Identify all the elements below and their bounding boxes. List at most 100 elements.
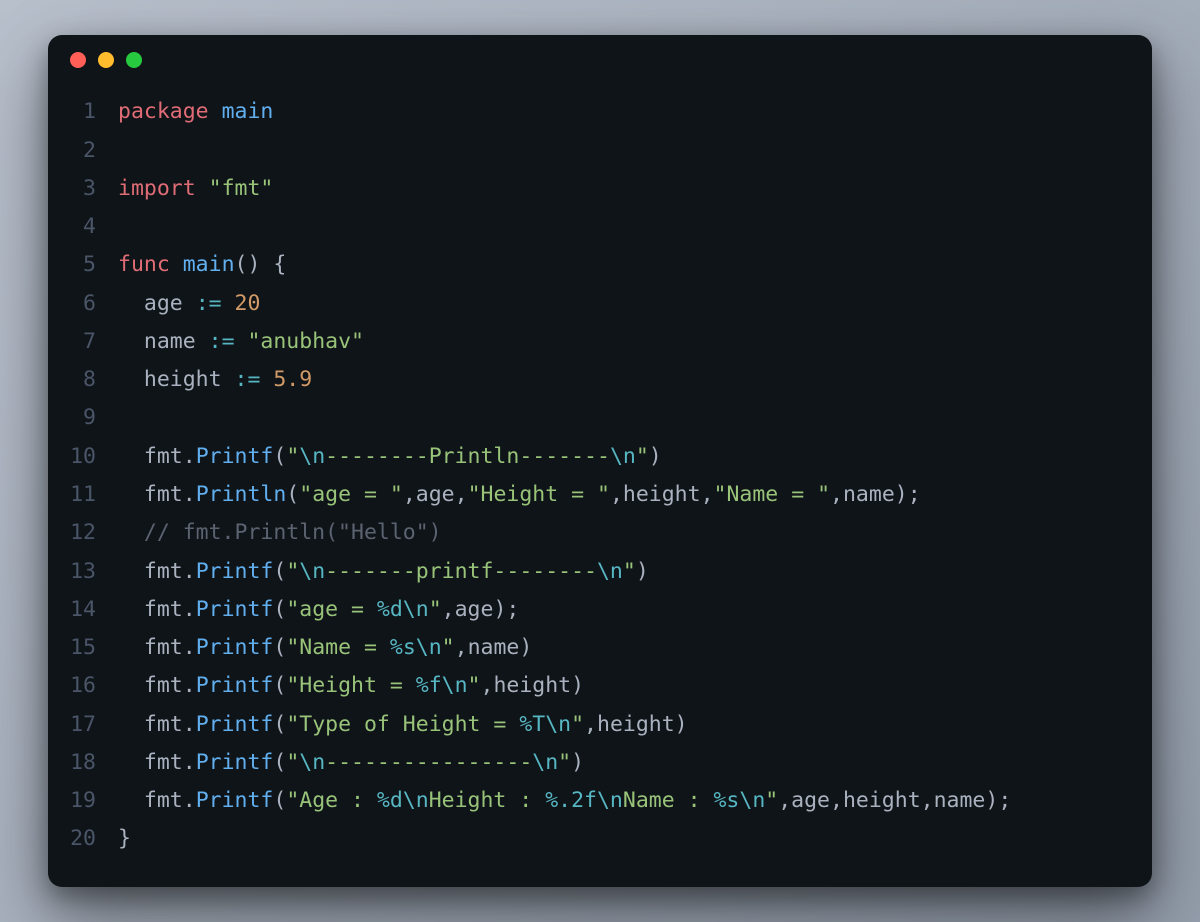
token-pun: . bbox=[183, 635, 196, 660]
token-str: -------printf-------- bbox=[325, 559, 597, 584]
token-esc: \n bbox=[597, 559, 623, 584]
token-fn: Println bbox=[196, 482, 287, 507]
minimize-icon[interactable] bbox=[98, 52, 114, 68]
code-line: 20} bbox=[70, 820, 1130, 858]
token-pun: ( bbox=[273, 712, 286, 737]
token-pun bbox=[118, 482, 144, 507]
token-pun: ( bbox=[273, 673, 286, 698]
code-line: 16 fmt.Printf("Height = %f\n",height) bbox=[70, 667, 1130, 705]
code-content: fmt.Printf("Type of Height = %T\n",heigh… bbox=[118, 706, 1130, 744]
token-esc: %d\n bbox=[377, 597, 429, 622]
code-line: 7 name := "anubhav" bbox=[70, 323, 1130, 361]
token-fn: Printf bbox=[196, 788, 274, 813]
token-esc: \n bbox=[299, 559, 325, 584]
token-ident: height bbox=[597, 712, 675, 737]
token-pun: , bbox=[584, 712, 597, 737]
line-number: 1 bbox=[70, 93, 118, 131]
line-number: 14 bbox=[70, 591, 118, 629]
token-pun: , bbox=[830, 482, 843, 507]
code-line: 13 fmt.Printf("\n-------printf--------\n… bbox=[70, 553, 1130, 591]
line-number: 9 bbox=[70, 399, 118, 437]
line-number: 12 bbox=[70, 514, 118, 552]
token-esc: \n bbox=[299, 750, 325, 775]
token-pun: . bbox=[183, 444, 196, 469]
token-str: --------Println------- bbox=[325, 444, 610, 469]
token-str: "age = bbox=[286, 597, 377, 622]
token-pun: , bbox=[403, 482, 416, 507]
token-kw: func bbox=[118, 252, 170, 277]
token-str: " bbox=[286, 444, 299, 469]
code-line: 6 age := 20 bbox=[70, 285, 1130, 323]
token-cmt: // fmt.Println("Hello") bbox=[144, 520, 442, 545]
token-pun bbox=[170, 252, 183, 277]
token-str: "age = " bbox=[299, 482, 403, 507]
token-pun: ); bbox=[493, 597, 519, 622]
token-str: " bbox=[765, 788, 778, 813]
token-str: " bbox=[636, 444, 649, 469]
token-esc: \n bbox=[532, 750, 558, 775]
token-esc: %s\n bbox=[390, 635, 442, 660]
code-content: func main() { bbox=[118, 246, 1130, 284]
token-pun bbox=[118, 750, 144, 775]
token-str: "Height = " bbox=[468, 482, 610, 507]
token-pun bbox=[118, 291, 144, 316]
token-str: " bbox=[571, 712, 584, 737]
token-pun: ( bbox=[273, 444, 286, 469]
token-pun: , bbox=[442, 597, 455, 622]
line-number: 13 bbox=[70, 553, 118, 591]
token-pun: , bbox=[481, 673, 494, 698]
token-pun: , bbox=[921, 788, 934, 813]
token-fn: Printf bbox=[196, 673, 274, 698]
maximize-icon[interactable] bbox=[126, 52, 142, 68]
line-number: 15 bbox=[70, 629, 118, 667]
token-ident: fmt bbox=[144, 597, 183, 622]
token-str: " bbox=[623, 559, 636, 584]
token-pun: ( bbox=[286, 482, 299, 507]
code-line: 19 fmt.Printf("Age : %d\nHeight : %.2f\n… bbox=[70, 782, 1130, 820]
code-content: name := "anubhav" bbox=[118, 323, 1130, 361]
token-pun: () { bbox=[235, 252, 287, 277]
token-ident: height bbox=[144, 367, 222, 392]
close-icon[interactable] bbox=[70, 52, 86, 68]
token-fn: Printf bbox=[196, 712, 274, 737]
token-op: := bbox=[235, 367, 261, 392]
token-ident: age bbox=[455, 597, 494, 622]
token-pun: } bbox=[118, 826, 131, 851]
line-number: 19 bbox=[70, 782, 118, 820]
line-number: 8 bbox=[70, 361, 118, 399]
token-ident: name bbox=[468, 635, 520, 660]
code-line: 11 fmt.Println("age = ",age,"Height = ",… bbox=[70, 476, 1130, 514]
token-pun bbox=[118, 635, 144, 660]
token-pun: . bbox=[183, 673, 196, 698]
code-content: import "fmt" bbox=[118, 170, 1130, 208]
token-pun: ) bbox=[675, 712, 688, 737]
code-content: fmt.Println("age = ",age,"Height = ",hei… bbox=[118, 476, 1130, 514]
code-area[interactable]: 1package main23import "fmt"45func main()… bbox=[48, 85, 1152, 868]
token-num: 5.9 bbox=[273, 367, 312, 392]
line-number: 10 bbox=[70, 438, 118, 476]
token-pun: ) bbox=[649, 444, 662, 469]
token-esc: %f\n bbox=[416, 673, 468, 698]
code-content: fmt.Printf("Height = %f\n",height) bbox=[118, 667, 1130, 705]
token-pun: . bbox=[183, 559, 196, 584]
token-op: := bbox=[196, 291, 222, 316]
token-fn: Printf bbox=[196, 559, 274, 584]
token-str: Height : bbox=[429, 788, 546, 813]
token-pun: ( bbox=[273, 750, 286, 775]
token-str: "anubhav" bbox=[247, 329, 364, 354]
token-str: ---------------- bbox=[325, 750, 532, 775]
token-ident: age bbox=[791, 788, 830, 813]
token-str: "fmt" bbox=[209, 176, 274, 201]
token-pun bbox=[235, 329, 248, 354]
token-pun: , bbox=[455, 635, 468, 660]
code-line: 1package main bbox=[70, 93, 1130, 131]
token-pun: ) bbox=[571, 673, 584, 698]
token-pun bbox=[196, 176, 209, 201]
code-content: fmt.Printf("age = %d\n",age); bbox=[118, 591, 1130, 629]
token-esc: \n bbox=[610, 444, 636, 469]
token-pun: ); bbox=[985, 788, 1011, 813]
token-pun: , bbox=[778, 788, 791, 813]
line-number: 18 bbox=[70, 744, 118, 782]
token-ident: fmt bbox=[144, 482, 183, 507]
token-pun: . bbox=[183, 712, 196, 737]
